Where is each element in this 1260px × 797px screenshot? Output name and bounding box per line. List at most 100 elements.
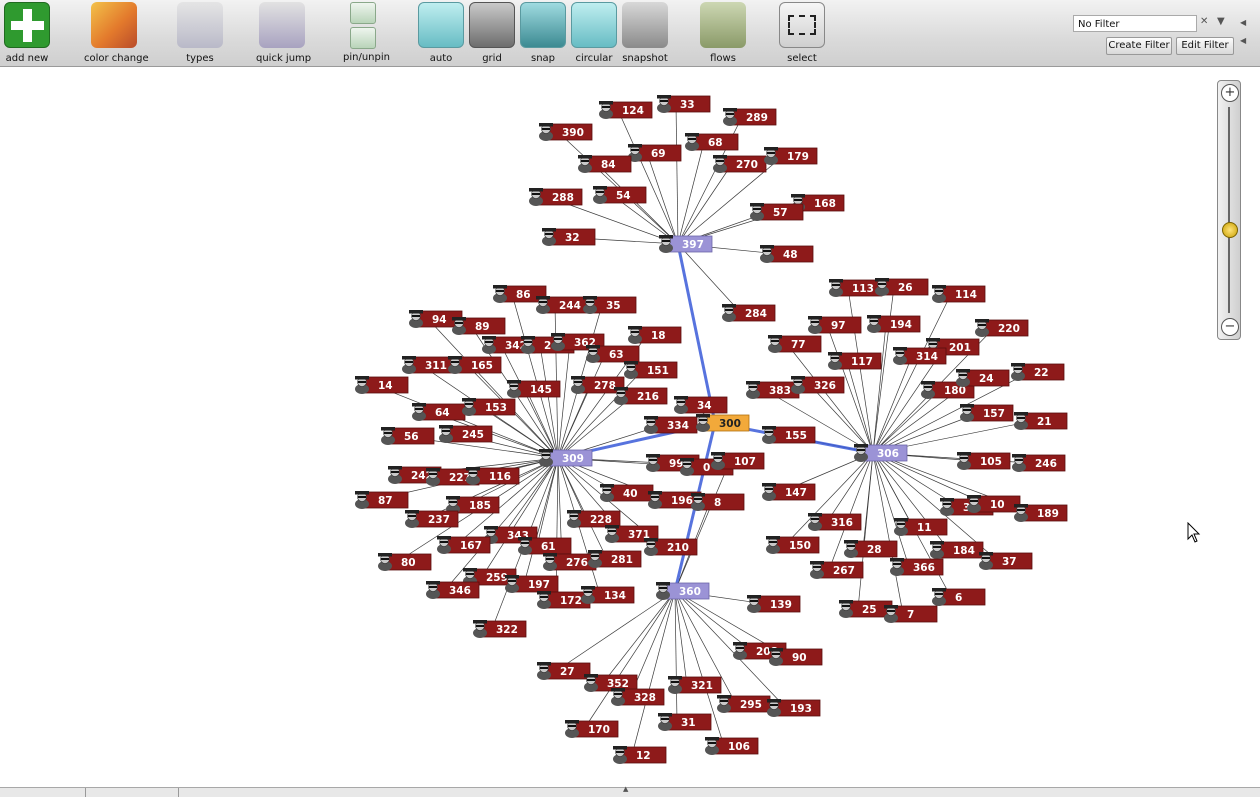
graph-node[interactable]: 134 (581, 586, 635, 604)
pin-unpin-button[interactable]: pin/unpin (343, 2, 390, 63)
graph-node[interactable]: 150 (766, 536, 820, 554)
graph-canvas[interactable]: 390124 33289696884 270179288 54168573248284… (0, 67, 1256, 787)
circular-layout-button[interactable]: circular (571, 2, 617, 64)
graph-node[interactable]: 34 (674, 396, 728, 414)
select-button[interactable]: select (779, 2, 825, 64)
hub-node[interactable]: 397 (659, 235, 713, 253)
graph-node[interactable]: 311 (402, 356, 456, 374)
graph-node[interactable]: 7 (884, 605, 938, 623)
graph-node[interactable]: 97 (808, 316, 862, 334)
hub-node[interactable]: 309 (539, 449, 593, 467)
flows-button[interactable]: flows (700, 2, 746, 64)
zoom-out-icon[interactable]: − (1221, 318, 1239, 336)
graph-node[interactable]: 14 (355, 376, 409, 394)
graph-node[interactable]: 246 (1012, 454, 1066, 472)
graph-node[interactable]: 113 (829, 279, 883, 297)
create-filter-button[interactable]: Create Filter (1106, 37, 1172, 55)
graph-node[interactable]: 383 (746, 381, 800, 399)
graph-node[interactable]: 170 (565, 720, 619, 738)
quick-jump-button[interactable]: quick jump (256, 2, 311, 64)
graph-node[interactable]: 90 (769, 648, 823, 666)
graph-node[interactable]: 124 (599, 101, 653, 119)
graph-node[interactable]: 316 (808, 513, 862, 531)
graph-node[interactable]: 334 (644, 416, 698, 434)
graph-node[interactable]: 54 (593, 186, 647, 204)
add-new-button[interactable]: add new (4, 2, 50, 64)
graph-node[interactable]: 114 (932, 285, 986, 303)
graph-node[interactable]: 80 (378, 553, 432, 571)
graph-node[interactable]: 27 (537, 662, 591, 680)
graph-node[interactable]: 165 (448, 356, 502, 374)
graph-node[interactable]: 22 (1011, 363, 1065, 381)
graph-node[interactable]: 278 (571, 376, 625, 394)
graph-node[interactable]: 21 (1014, 412, 1068, 430)
graph-node[interactable]: 210 (644, 538, 698, 556)
graph-node[interactable]: 35 (583, 296, 637, 314)
graph-node[interactable]: 117 (828, 352, 882, 370)
graph-node[interactable]: 153 (462, 398, 516, 416)
clear-filter-icon[interactable]: ✕ (1200, 16, 1208, 27)
snap-button[interactable]: snap (520, 2, 566, 64)
graph-node[interactable]: 63 (586, 345, 640, 363)
zoom-in-icon[interactable]: + (1221, 84, 1239, 102)
graph-node[interactable]: 57 (750, 203, 804, 221)
graph-node[interactable]: 155 (762, 426, 816, 444)
graph-node[interactable]: 105 (957, 452, 1011, 470)
graph-node[interactable]: 12 (613, 746, 667, 764)
filter-select[interactable]: No Filter (1073, 15, 1197, 32)
graph-node[interactable]: 245 (439, 425, 493, 443)
selected-node[interactable]: 300 (696, 414, 750, 432)
graph-node[interactable]: 87 (355, 491, 409, 509)
graph-node[interactable]: 284 (722, 304, 776, 322)
graph-node[interactable]: 107 (711, 452, 765, 470)
graph-node[interactable]: 220 (975, 319, 1029, 337)
zoom-track[interactable] (1228, 107, 1230, 313)
graph-node[interactable]: 151 (624, 361, 678, 379)
graph-node[interactable]: 295 (717, 695, 771, 713)
graph-node[interactable]: 328 (611, 688, 665, 706)
graph-node[interactable]: 216 (614, 387, 668, 405)
graph-node[interactable]: 366 (890, 558, 944, 576)
graph-node[interactable]: 10 (967, 495, 1021, 513)
graph-node[interactable]: 179 (764, 147, 818, 165)
graph-node[interactable]: 197 (505, 575, 559, 593)
graph-node[interactable]: 244 (536, 296, 590, 314)
graph-node[interactable]: 346 (426, 581, 480, 599)
graph-node[interactable]: 276 (543, 553, 597, 571)
graph-node[interactable]: 69 (628, 144, 682, 162)
graph-node[interactable]: 147 (762, 483, 816, 501)
graph-node[interactable]: 106 (705, 737, 759, 755)
zoom-slider[interactable]: + − (1217, 80, 1241, 340)
graph-node[interactable]: 28 (844, 540, 898, 558)
snapshot-button[interactable]: snapshot (622, 2, 668, 64)
resize-handle-icon[interactable]: ▲ (623, 785, 628, 793)
graph-node[interactable]: 8 (691, 493, 745, 511)
grid-layout-button[interactable]: grid (469, 2, 515, 64)
graph-node[interactable]: 116 (466, 467, 520, 485)
chevron-down-icon[interactable]: ▼ (1217, 16, 1225, 27)
graph-node[interactable]: 33 (657, 95, 711, 113)
color-change-button[interactable]: color change (84, 2, 149, 64)
graph-node[interactable]: 322 (473, 620, 527, 638)
graph-node[interactable]: 86 (493, 285, 547, 303)
graph-node[interactable]: 237 (405, 510, 459, 528)
collapse-left-icon[interactable]: ◀ (1240, 18, 1246, 27)
graph-node[interactable]: 77 (768, 335, 822, 353)
graph-node[interactable]: 321 (668, 676, 722, 694)
graph-node[interactable]: 24 (956, 369, 1010, 387)
types-button[interactable]: types (177, 2, 223, 64)
graph-node[interactable]: 32 (542, 228, 596, 246)
graph-node[interactable]: 40 (600, 484, 654, 502)
graph-node[interactable]: 184 (930, 541, 984, 559)
graph-node[interactable]: 281 (588, 550, 642, 568)
graph-node[interactable]: 314 (893, 347, 947, 365)
graph-node[interactable]: 48 (760, 245, 814, 263)
zoom-thumb[interactable] (1222, 222, 1238, 238)
graph-node[interactable]: 193 (767, 699, 821, 717)
graph-node[interactable]: 194 (867, 315, 921, 333)
graph-node[interactable]: 25 (839, 600, 893, 618)
graph-node[interactable]: 84 (578, 155, 632, 173)
graph-node[interactable]: 64 (412, 403, 466, 421)
graph-node[interactable]: 145 (507, 380, 561, 398)
collapse-left-icon-2[interactable]: ◀ (1240, 36, 1246, 45)
